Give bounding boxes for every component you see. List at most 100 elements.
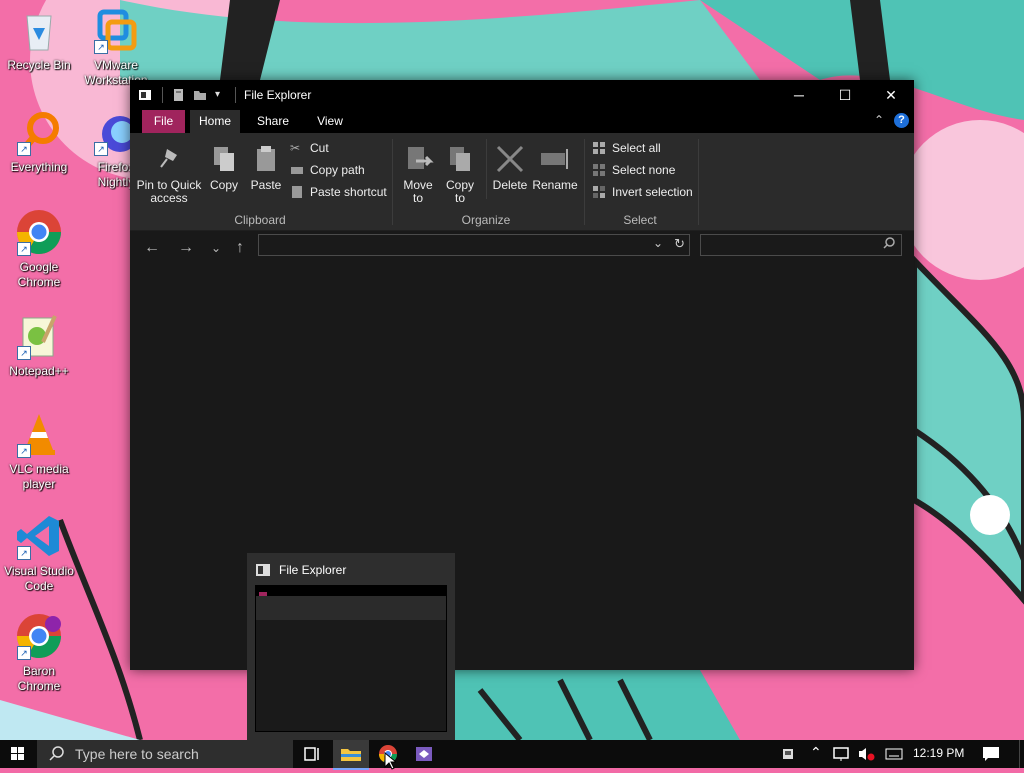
tab-file[interactable]: File	[142, 110, 185, 133]
paste-label: Paste	[250, 178, 282, 192]
ribbon-divider	[698, 139, 699, 225]
shortcut-arrow-icon: ↗	[17, 242, 31, 256]
clock[interactable]: 12:19 PM	[913, 746, 964, 760]
quick-access-dropdown-icon[interactable]: ▾	[215, 88, 229, 102]
task-view-button[interactable]	[294, 740, 330, 768]
desktop-icon-baron-chrome[interactable]: ↗ Baron Chrome	[1, 612, 77, 694]
visual-studio-icon	[416, 747, 432, 761]
copy-to-button[interactable]: Copy to	[440, 143, 480, 205]
keyboard-icon[interactable]	[885, 747, 903, 764]
ribbon: Pin to Quick access Copy Paste ✂ Cut Cop…	[130, 133, 914, 231]
search-box[interactable]	[700, 234, 902, 256]
taskbar-visual-studio[interactable]	[406, 740, 442, 768]
select-all-button[interactable]: Select all	[592, 141, 661, 155]
explorer-app-icon	[138, 88, 152, 102]
taskbar-search-box[interactable]: Type here to search	[37, 740, 293, 768]
invert-selection-label: Invert selection	[612, 185, 693, 199]
clipboard-group-label: Clipboard	[234, 213, 286, 227]
rename-label: Rename	[532, 178, 578, 192]
select-all-label: Select all	[612, 141, 661, 155]
maximize-button[interactable]: ☐	[822, 80, 868, 110]
desktop-icon-google-chrome[interactable]: ↗ Google Chrome	[1, 208, 77, 290]
select-none-label: Select none	[612, 163, 676, 177]
tab-share[interactable]: Share	[248, 110, 298, 133]
copy-icon	[208, 143, 240, 175]
shortcut-arrow-icon: ↗	[94, 40, 108, 54]
desktop-icon-recycle-bin[interactable]: Recycle Bin	[1, 6, 77, 73]
select-none-button[interactable]: Select none	[592, 163, 675, 177]
paste-button[interactable]: Paste	[246, 143, 286, 192]
help-icon[interactable]: ?	[894, 113, 909, 128]
pin-label: Pin to Quick access	[136, 178, 202, 205]
recent-locations-chevron-icon[interactable]: ⌄	[206, 238, 226, 258]
forward-arrow-icon[interactable]: →	[176, 238, 196, 258]
desktop-icon-vlc[interactable]: ↗ VLC media player	[1, 410, 77, 492]
desktop-icon-vmware[interactable]: ↗ VMware Workstation	[78, 6, 154, 88]
mouse-cursor-icon	[384, 751, 398, 773]
copy-path-button[interactable]: Copy path	[290, 163, 365, 177]
taskbar: Type here to search ⌃ 12:19 PM	[0, 740, 1024, 770]
paste-shortcut-button[interactable]: Paste shortcut	[290, 185, 387, 199]
desktop-icon-vscode[interactable]: ↗ Visual Studio Code	[1, 512, 77, 594]
desktop-icon-label: Baron Chrome	[17, 664, 61, 693]
back-arrow-icon[interactable]: ←	[142, 238, 162, 258]
shortcut-arrow-icon: ↗	[17, 346, 31, 360]
action-center-icon[interactable]	[982, 746, 1000, 765]
start-button[interactable]	[0, 740, 36, 768]
search-icon	[883, 237, 895, 252]
desktop-icon-label: Recycle Bin	[7, 58, 71, 72]
taskbar-thumbnail-preview[interactable]: File Explorer	[247, 553, 455, 740]
search-placeholder: Type here to search	[75, 746, 199, 762]
new-folder-icon[interactable]	[193, 88, 207, 102]
delete-button[interactable]: Delete	[490, 143, 530, 192]
tab-home[interactable]: Home	[190, 110, 240, 133]
file-explorer-icon	[341, 749, 361, 761]
pin-to-quick-access-button[interactable]: Pin to Quick access	[134, 143, 204, 205]
preview-window-thumbnail[interactable]	[255, 585, 447, 732]
invert-selection-button[interactable]: Invert selection	[592, 185, 693, 199]
desktop-icon-everything[interactable]: ↗ Everything	[1, 108, 77, 175]
rename-button[interactable]: Rename	[532, 143, 578, 192]
move-to-button[interactable]: Move to	[398, 143, 438, 205]
minimize-button[interactable]: ─	[776, 80, 822, 110]
address-dropdown-chevron-icon[interactable]: ⌄	[653, 236, 663, 250]
volume-muted-icon[interactable]	[857, 746, 875, 765]
move-to-label: Move to	[403, 178, 433, 205]
network-icon[interactable]	[833, 746, 851, 765]
copy-to-icon	[444, 143, 476, 175]
collapse-ribbon-icon[interactable]: ⌃	[874, 113, 884, 127]
close-button[interactable]: ✕	[868, 80, 914, 110]
select-group-label: Select	[623, 213, 657, 227]
show-hidden-icons-chevron-icon[interactable]: ⌃	[810, 744, 822, 761]
desktop-icon-notepadpp[interactable]: ↗ Notepad++	[1, 312, 77, 379]
show-desktop-button[interactable]	[1019, 740, 1024, 768]
up-arrow-icon[interactable]: ↑	[230, 238, 250, 258]
vscode-icon: ↗	[15, 512, 63, 560]
shortcut-arrow-icon: ↗	[94, 142, 108, 156]
ribbon-divider	[392, 139, 393, 225]
taskbar-file-explorer[interactable]	[333, 740, 369, 770]
tab-view[interactable]: View	[305, 110, 355, 133]
properties-icon[interactable]	[171, 88, 185, 102]
desktop-icon-label: Visual Studio Code	[4, 564, 74, 593]
pin-icon	[153, 143, 185, 175]
refresh-icon[interactable]: ↻	[674, 236, 685, 252]
copy-path-icon	[290, 163, 304, 177]
tray-app-icon[interactable]	[782, 747, 794, 764]
select-all-icon	[592, 141, 606, 155]
preview-title: File Explorer	[279, 563, 347, 577]
paste-shortcut-icon	[290, 185, 304, 199]
copy-button[interactable]: Copy	[206, 143, 242, 192]
thumb-ribbon	[256, 596, 446, 620]
shortcut-arrow-icon: ↗	[17, 646, 31, 660]
task-view-icon	[304, 747, 319, 761]
shortcut-arrow-icon: ↗	[17, 444, 31, 458]
cut-button[interactable]: ✂ Cut	[290, 141, 329, 155]
desktop-icon-label: Notepad++	[9, 364, 69, 378]
address-bar[interactable]: ⌄ ↻	[258, 234, 690, 256]
titlebar-divider	[235, 87, 236, 103]
copy-label: Copy	[209, 178, 238, 192]
vmware-icon: ↗	[92, 6, 140, 54]
copy-path-label: Copy path	[310, 163, 365, 177]
thumb-file-tab	[259, 592, 267, 596]
